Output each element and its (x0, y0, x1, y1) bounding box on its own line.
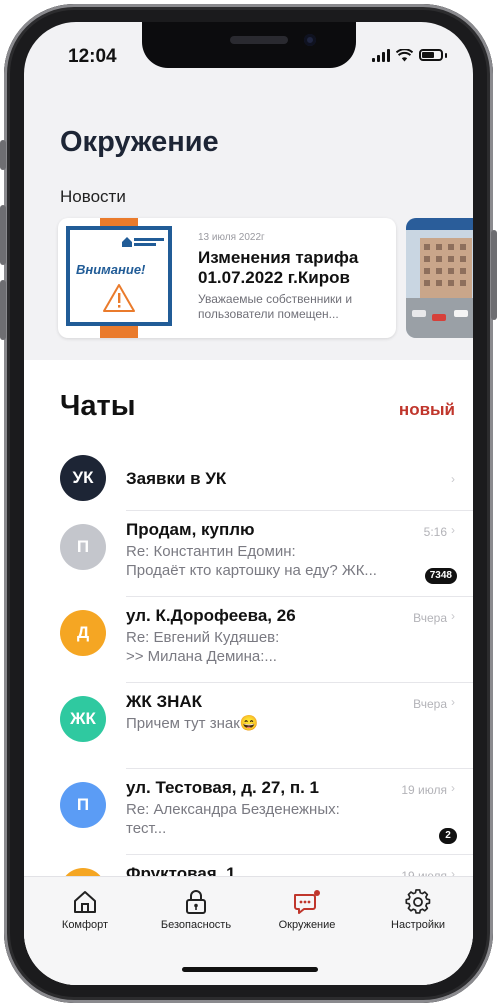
speaker (230, 36, 288, 44)
tab-settings[interactable]: Настройки (363, 889, 473, 931)
tab-label: Безопасность (160, 919, 232, 931)
chat-item[interactable]: П ул. Тестовая, д. 27, п. 1 Re: Александ… (24, 768, 473, 854)
chat-last-message: >> Милана Демина:... (126, 648, 277, 665)
avatar: П (60, 782, 106, 828)
news-section-label: Новости (60, 187, 126, 206)
avatar: Д (60, 610, 106, 656)
company-logo-icon (122, 237, 164, 247)
chat-name: ул. Тестовая, д. 27, п. 1 (126, 778, 319, 797)
news-card[interactable]: Внимание! 13 июля 2022г Изменения тарифа… (58, 218, 396, 338)
avatar: ЖК (60, 696, 106, 742)
warning-icon (103, 284, 135, 312)
camera (304, 34, 316, 46)
notch (142, 22, 356, 68)
mute-switch (0, 140, 6, 170)
gear-icon (405, 889, 431, 914)
news-thumbnail: Внимание! (66, 218, 172, 338)
thumb-notice-box: Внимание! (66, 226, 172, 326)
unread-badge: 7348 (424, 568, 457, 584)
chat-item[interactable]: П Продам, куплю Re: Константин Едомин: П… (24, 510, 473, 596)
new-chat-button[interactable]: новый (399, 400, 455, 420)
signal-icon (372, 48, 390, 62)
news-headline: Изменения тарифа 01.07.2022 г.Киров (198, 248, 359, 287)
volume-up-button (0, 205, 6, 265)
chevron-right-icon: › (451, 523, 455, 537)
chat-last-message: тест... (126, 820, 167, 837)
power-button (491, 230, 497, 320)
chat-time: 19 июля (401, 783, 447, 797)
avatar: УК (60, 455, 106, 501)
tab-label: Комфорт (61, 919, 109, 931)
chevron-right-icon: › (451, 472, 455, 486)
home-indicator[interactable] (182, 967, 318, 972)
chat-time: Вчера (413, 611, 447, 625)
tab-label: Настройки (391, 919, 445, 931)
house-icon (74, 891, 96, 913)
chevron-right-icon: › (451, 695, 455, 709)
wifi-icon (396, 48, 413, 61)
screen: 12:04 Окружение Новости Внимание! 13 июл… (24, 22, 473, 985)
news-photo-buildings (406, 218, 473, 338)
status-time: 12:04 (68, 46, 117, 67)
chat-time: 5:16 (423, 525, 447, 539)
tab-label: Окружение (278, 919, 336, 931)
chat-name: Продам, куплю (126, 520, 255, 539)
chat-icon (294, 890, 320, 914)
battery-icon (419, 49, 443, 61)
chat-item[interactable]: ЖК ЖК ЗНАК Причем тут знак😄 Вчера › (24, 682, 473, 768)
lock-icon (186, 890, 206, 914)
tab-environment[interactable]: Окружение (252, 889, 362, 931)
tab-bar: Комфорт Безопасность Окружение Настройки (24, 876, 473, 985)
unread-badge: 2 (439, 828, 457, 844)
chevron-right-icon: › (451, 609, 455, 623)
status-icons (372, 48, 447, 62)
chat-last-message: Причем тут знак😄 (126, 715, 259, 732)
chat-last-sender: Re: Евгений Кудяшев: (126, 629, 280, 646)
chat-name: ул. К.Дорофеева, 26 (126, 606, 296, 625)
chat-name: ЖК ЗНАК (126, 692, 203, 711)
chevron-right-icon: › (451, 781, 455, 795)
chat-item[interactable]: Д ул. К.Дорофеева, 26 Re: Евгений Кудяше… (24, 596, 473, 682)
thumb-warning-text: Внимание! (76, 262, 146, 277)
volume-down-button (0, 280, 6, 340)
avatar: П (60, 524, 106, 570)
news-preview: Уважаемые собственники и пользователи по… (198, 292, 353, 321)
news-card-2[interactable] (406, 218, 473, 338)
news-date: 13 июля 2022г (198, 232, 265, 243)
chat-time: Вчера (413, 697, 447, 711)
chat-last-sender: Re: Константин Едомин: (126, 543, 296, 560)
page-title: Окружение (60, 126, 219, 158)
chats-title: Чаты (60, 390, 136, 422)
tab-security[interactable]: Безопасность (141, 889, 251, 931)
tab-comfort[interactable]: Комфорт (30, 889, 140, 931)
chat-item[interactable]: УК Заявки в УК › (24, 446, 473, 510)
chat-name: Заявки в УК (126, 469, 227, 488)
chat-last-sender: Re: Александра Безденежных: (126, 801, 340, 818)
battery-tip (445, 52, 447, 58)
chat-last-message: Продаёт кто картошку на еду? ЖК... (126, 562, 377, 579)
